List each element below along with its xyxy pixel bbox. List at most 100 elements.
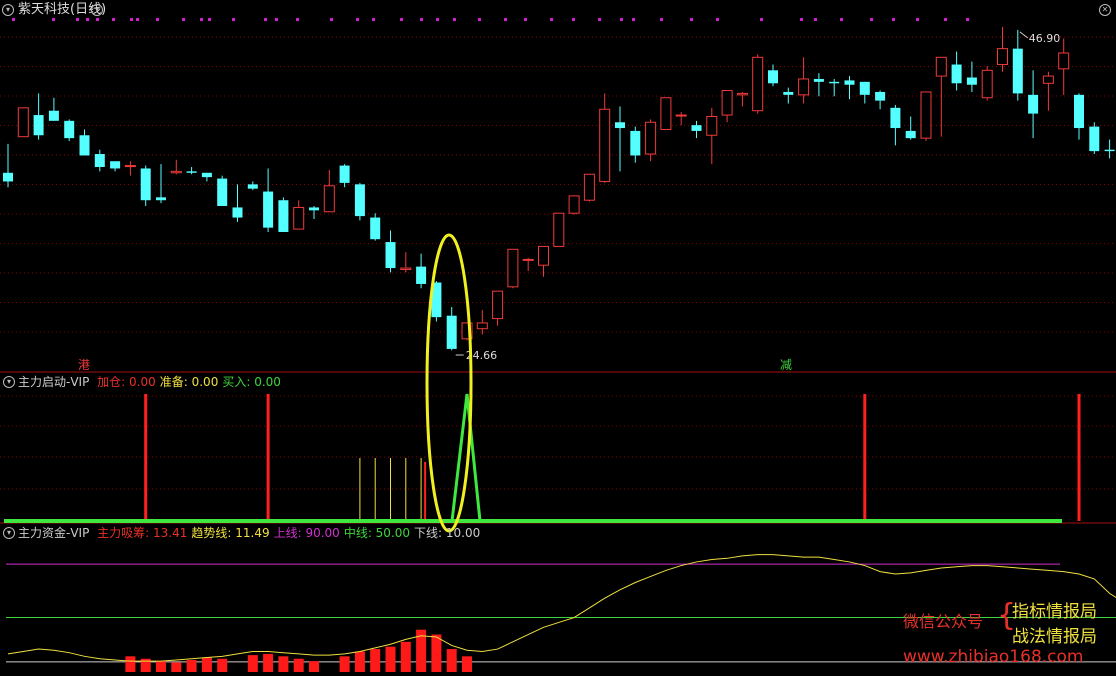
p1-item: 准备: 0.00 bbox=[160, 375, 219, 389]
signal-dot bbox=[892, 18, 895, 21]
signal-dot bbox=[620, 18, 623, 21]
candle-body bbox=[385, 242, 396, 269]
candle-body bbox=[599, 108, 611, 182]
candle-body bbox=[247, 184, 258, 189]
p1-label: 买入: bbox=[222, 375, 251, 389]
candle-body bbox=[798, 78, 810, 96]
candle-body bbox=[615, 122, 625, 129]
candle-body bbox=[64, 120, 75, 139]
p1-value: 0.00 bbox=[250, 375, 281, 389]
signal-dot bbox=[76, 18, 79, 21]
candle-body bbox=[675, 114, 687, 117]
panel2-title: 主力资金-VIP 主力吸筹: 13.41 趋势线: 11.49 上线: 90.00 中… bbox=[18, 526, 480, 540]
panel2-legend: 主力吸筹: 13.41 趋势线: 11.49 上线: 90.00 中线: 50.00 下… bbox=[93, 526, 480, 540]
absorb-bar bbox=[354, 651, 365, 672]
absorb-bar bbox=[462, 656, 472, 672]
absorb-bar bbox=[247, 655, 258, 672]
candle-body bbox=[309, 207, 319, 211]
candle-body bbox=[736, 92, 748, 96]
signal-dot bbox=[572, 18, 575, 21]
candle-body bbox=[293, 206, 305, 230]
signal-dot bbox=[436, 18, 439, 21]
candle-body bbox=[492, 290, 504, 320]
signal-dot bbox=[232, 18, 235, 21]
candle-body bbox=[875, 91, 886, 101]
signal-dot bbox=[598, 18, 601, 21]
close-icon[interactable]: ✕ bbox=[1099, 4, 1111, 16]
candle-body bbox=[630, 130, 641, 156]
candle-body bbox=[583, 173, 595, 201]
candle-body bbox=[263, 191, 274, 228]
p2-value: 10.00 bbox=[442, 526, 481, 540]
signal-dot bbox=[96, 18, 99, 21]
absorb-bar bbox=[201, 657, 212, 672]
signal-dot bbox=[966, 18, 969, 21]
candle-body bbox=[370, 217, 381, 240]
candle-body bbox=[1028, 94, 1039, 114]
p2-item: 趋势线: 11.49 bbox=[191, 526, 269, 540]
absorb-bar bbox=[339, 656, 350, 672]
absorb-bar bbox=[156, 661, 166, 672]
absorb-bar bbox=[400, 641, 411, 672]
absorb-bar bbox=[446, 649, 457, 672]
candle-body bbox=[553, 212, 565, 247]
signal-dot bbox=[478, 18, 481, 21]
candle-body bbox=[232, 207, 243, 218]
candle-body bbox=[140, 168, 151, 201]
candle-body bbox=[507, 248, 519, 288]
p2-value: 13.41 bbox=[149, 526, 188, 540]
signal-dot bbox=[944, 18, 947, 21]
signal-dot bbox=[200, 18, 203, 21]
collapse-panel2-button[interactable]: ▾ bbox=[3, 527, 15, 539]
p2-item: 主力吸筹: 13.41 bbox=[97, 526, 187, 540]
absorb-bar bbox=[293, 658, 304, 672]
signal-dot bbox=[356, 18, 359, 21]
marker-left: 港 bbox=[78, 358, 90, 372]
candle-body bbox=[783, 91, 794, 95]
signal-dot bbox=[690, 18, 693, 21]
candle-body bbox=[920, 91, 932, 139]
candle-body bbox=[1089, 126, 1100, 152]
candle-body bbox=[966, 77, 977, 85]
candle-body bbox=[890, 107, 901, 129]
candle-body bbox=[951, 64, 962, 84]
panel1-legend: 加仓: 0.00 准备: 0.00 买入: 0.00 bbox=[93, 375, 281, 389]
signal-dot bbox=[52, 18, 55, 21]
p2-label: 上线: bbox=[273, 526, 302, 540]
candle-body bbox=[33, 115, 44, 136]
candle-body bbox=[17, 107, 29, 138]
signal-dot bbox=[12, 18, 15, 21]
candle-body bbox=[416, 266, 427, 284]
signal-dot bbox=[86, 18, 89, 21]
p2-item: 上线: 90.00 bbox=[274, 526, 340, 540]
absorb-bar bbox=[278, 656, 289, 672]
p1-item: 买入: 0.00 bbox=[222, 375, 281, 389]
absorb-bar bbox=[309, 661, 319, 672]
candle-body bbox=[201, 172, 212, 178]
candle-body bbox=[1104, 149, 1115, 152]
collapse-main-button[interactable]: ▾ bbox=[2, 4, 14, 16]
collapse-panel1-button[interactable]: ▾ bbox=[3, 376, 15, 388]
candle-body bbox=[79, 135, 90, 156]
signal-dot bbox=[372, 18, 375, 21]
candle-body bbox=[538, 245, 549, 266]
watermark-line1: 指标情报局 bbox=[1012, 602, 1097, 622]
signal-dot bbox=[330, 18, 333, 21]
p2-label: 中线: bbox=[343, 526, 372, 540]
signal-dot bbox=[840, 18, 843, 21]
p2-value: 50.00 bbox=[371, 526, 411, 540]
signal-dot bbox=[524, 18, 527, 21]
watermark-label: 微信公众号 bbox=[903, 612, 984, 631]
p2-item: 下线: 10.00 bbox=[414, 526, 480, 540]
signal-dot bbox=[264, 18, 267, 21]
candle-body bbox=[110, 161, 121, 169]
candle-body bbox=[1058, 52, 1070, 70]
candle-body bbox=[170, 170, 182, 174]
candle-body bbox=[217, 178, 228, 206]
candle-body bbox=[278, 200, 289, 232]
candle-body bbox=[721, 90, 733, 116]
candle-body bbox=[706, 115, 718, 136]
signal-dot bbox=[504, 18, 507, 21]
period-switch-button[interactable]: ▾ bbox=[91, 4, 103, 16]
candle-body bbox=[3, 172, 13, 182]
